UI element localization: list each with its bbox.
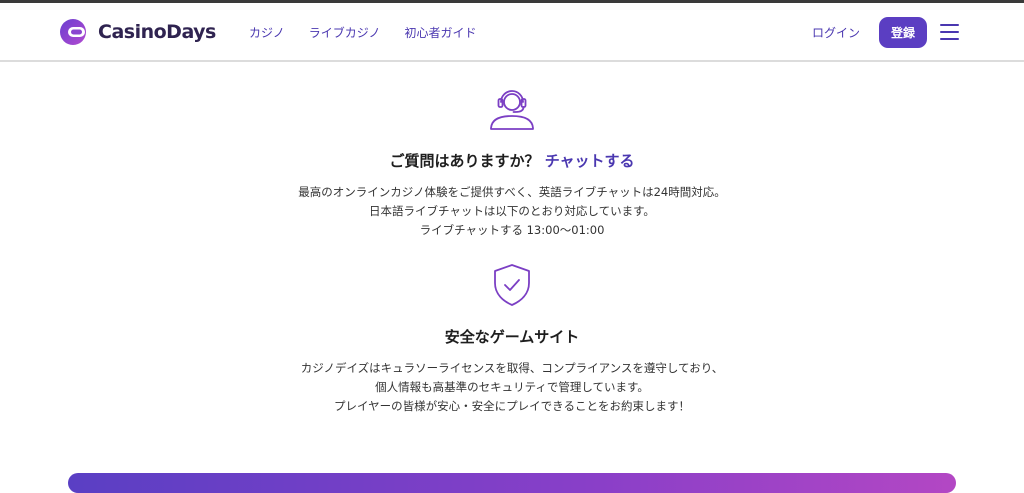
shield-check-icon: [492, 263, 532, 311]
nav-item-live-casino[interactable]: ライブカジノ: [309, 24, 381, 41]
safety-heading: 安全なゲームサイト: [444, 328, 580, 346]
casino-days-logo-icon: [60, 19, 86, 45]
register-button[interactable]: 登録: [879, 17, 927, 48]
login-link[interactable]: ログイン: [812, 24, 860, 41]
nav-item-casino[interactable]: カジノ: [249, 24, 285, 41]
brand-name: CasinoDays: [98, 21, 216, 43]
brand-logo[interactable]: CasinoDays: [59, 17, 216, 47]
chat-link[interactable]: チャットする: [545, 152, 635, 170]
promo-banner: [68, 473, 956, 493]
hamburger-menu-icon[interactable]: [940, 24, 959, 40]
headset-icon: [488, 84, 536, 136]
main-nav: カジノ ライブカジノ 初心者ガイド: [249, 24, 501, 41]
support-description: 最高のオンラインカジノ体験をご提供すべく、英語ライブチャットは24時間対応。 日…: [298, 185, 726, 237]
support-heading: ご質問はありますか？ チャットする: [389, 152, 635, 170]
site-header: CasinoDays カジノ ライブカジノ 初心者ガイド ログイン 登録: [0, 3, 1024, 62]
safety-description: カジノデイズはキュラソーライセンスを取得、コンプライアンスを遵守しており、 個人…: [300, 361, 724, 413]
nav-item-beginners-guide[interactable]: 初心者ガイド: [405, 24, 477, 41]
